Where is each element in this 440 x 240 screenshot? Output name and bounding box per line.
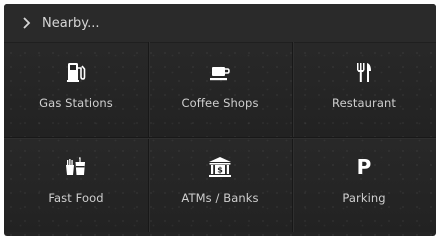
category-label: ATMs / Banks	[181, 191, 259, 205]
fast-food-icon	[64, 155, 88, 179]
category-label: Gas Stations	[39, 96, 113, 110]
category-label: Parking	[342, 191, 386, 205]
category-label: Restaurant	[332, 96, 396, 110]
category-atms-banks[interactable]: $ ATMs / Banks	[148, 137, 292, 232]
category-coffee-shops[interactable]: Coffee Shops	[148, 42, 292, 137]
category-gas-stations[interactable]: Gas Stations	[4, 42, 148, 137]
header-bar[interactable]: Nearby...	[4, 4, 436, 43]
gas-pump-icon	[64, 60, 88, 84]
category-grid: Gas Stations Coffee Shops Restaurant Fas…	[4, 42, 436, 232]
page-title: Nearby...	[42, 15, 100, 31]
parking-icon: P	[352, 155, 376, 179]
coffee-cup-icon	[208, 60, 232, 84]
category-fast-food[interactable]: Fast Food	[4, 137, 148, 232]
fork-knife-icon	[352, 60, 376, 84]
bank-icon: $	[208, 155, 232, 179]
category-restaurant[interactable]: Restaurant	[292, 42, 436, 137]
category-label: Fast Food	[48, 191, 104, 205]
category-label: Coffee Shops	[181, 96, 259, 110]
parking-glyph: P	[356, 155, 372, 179]
svg-text:$: $	[217, 166, 223, 175]
nearby-screen: Nearby... Gas Stations Coffee Shops Rest…	[4, 4, 436, 236]
divider	[4, 137, 436, 138]
chevron-right-icon[interactable]	[20, 16, 34, 30]
category-parking[interactable]: P Parking	[292, 137, 436, 232]
